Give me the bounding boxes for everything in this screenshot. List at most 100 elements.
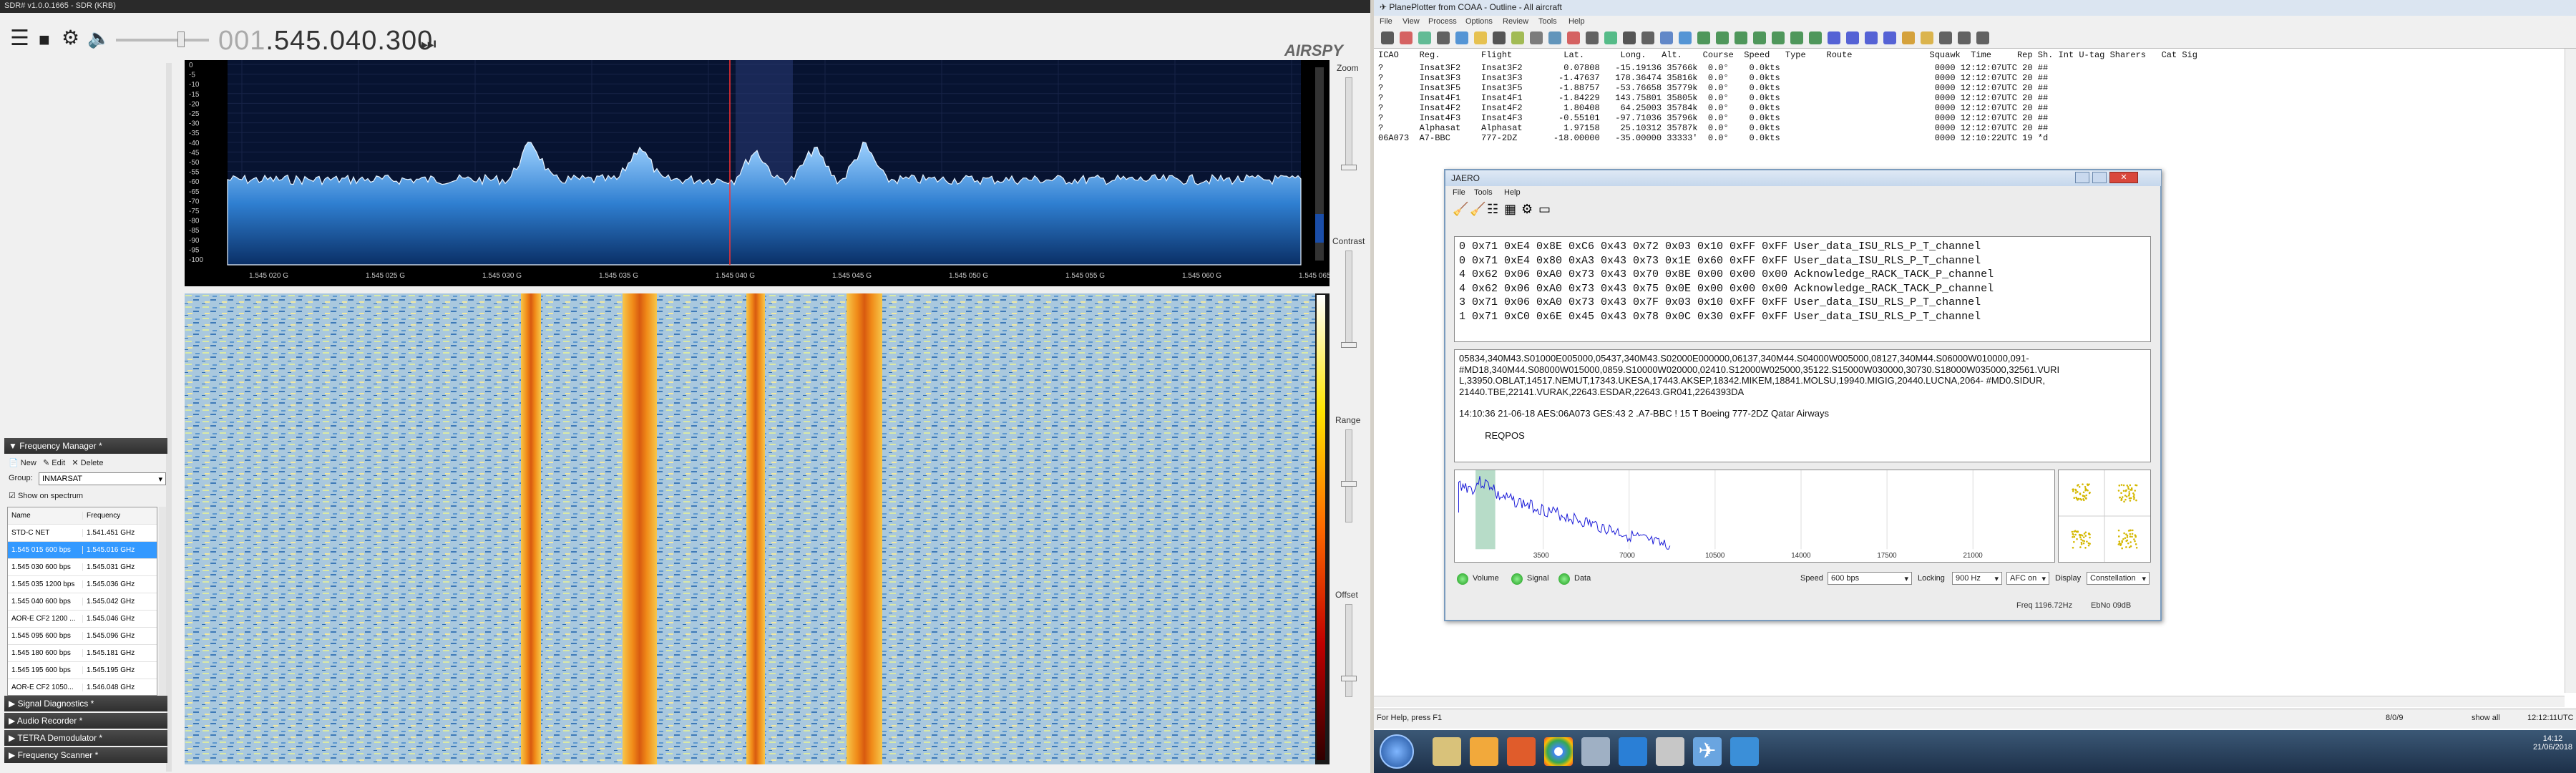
pp-toolbar-icon[interactable]: [1474, 31, 1487, 44]
list-icon[interactable]: ☷: [1487, 202, 1498, 217]
offset-slider-thumb[interactable]: [1341, 676, 1357, 681]
afc-select[interactable]: AFC on ▾: [2006, 572, 2049, 585]
pp-toolbar-icon[interactable]: [1809, 31, 1822, 44]
pp-toolbar-icon[interactable]: [1437, 31, 1450, 44]
frequency-manager-header[interactable]: ▼ Frequency Manager *: [4, 438, 167, 454]
pp-aircraft-row[interactable]: 06A073 A7-BBC 777-2DZ -18.00000 -35.0000…: [1378, 133, 2048, 143]
pp-toolbar-icon[interactable]: [1548, 31, 1561, 44]
stop-icon[interactable]: ■: [39, 29, 50, 51]
pp-aircraft-row[interactable]: ? Insat4F2 Insat4F2 1.80408 64.25003 357…: [1378, 103, 2048, 113]
fm-delete-button[interactable]: Delete: [81, 459, 104, 467]
pp-toolbar-icon[interactable]: [1641, 31, 1654, 44]
frequency-step-icon[interactable]: ⏭: [421, 34, 436, 54]
speaker-icon[interactable]: 🔈: [87, 27, 110, 49]
pp-toolbar-icon[interactable]: [1958, 31, 1971, 44]
waterfall-display[interactable]: [185, 293, 1330, 764]
frequency-display[interactable]: 001.545.040.300: [218, 26, 433, 57]
pp-toolbar-icon[interactable]: [1921, 31, 1933, 44]
fm-row[interactable]: 1.545 030 600 bps 1.545.031 GHz: [8, 559, 157, 576]
fm-show-on-spectrum[interactable]: ☑ Show on spectrum: [9, 491, 83, 500]
pp-toolbar-icon[interactable]: [1828, 31, 1840, 44]
close-button[interactable]: ✕: [2109, 172, 2138, 183]
explorer-taskbar-icon[interactable]: [1433, 737, 1461, 766]
fm-col-name[interactable]: Name: [8, 512, 83, 520]
media-player-taskbar-icon[interactable]: [1470, 737, 1498, 766]
jaero-message-log[interactable]: 05834,340M43.S01000E005000,05437,340M43.…: [1454, 349, 2151, 462]
pp-menu-help[interactable]: Help: [1568, 17, 1585, 26]
chrome-taskbar-icon[interactable]: [1544, 737, 1573, 766]
gear-icon[interactable]: ⚙: [62, 26, 79, 49]
maximize-button[interactable]: [2092, 172, 2107, 183]
jaero-taskbar-icon[interactable]: [1619, 737, 1647, 766]
pp-menu-options[interactable]: Options: [1465, 17, 1493, 26]
pp-toolbar-icon[interactable]: [1530, 31, 1543, 44]
pp-menu-tools[interactable]: Tools: [1538, 17, 1557, 26]
pp-toolbar-icon[interactable]: [1976, 31, 1989, 44]
taskbar-clock[interactable]: 14:12 21/06/2018: [2533, 734, 2572, 752]
fm-row[interactable]: STD-C NET 1.541.451 GHz: [8, 525, 157, 542]
contrast-slider[interactable]: [1345, 251, 1352, 344]
fm-row[interactable]: 1.545 040 600 bps 1.545.042 GHz: [8, 593, 157, 611]
pp-aircraft-row[interactable]: ? Insat4F3 Insat4F3 -0.55101 -97.71036 3…: [1378, 113, 2048, 123]
fm-row[interactable]: 1.545 195 600 bps 1.545.195 GHz: [8, 662, 157, 679]
app-taskbar-icon[interactable]: [1507, 737, 1536, 766]
range-slider-thumb[interactable]: [1341, 481, 1357, 487]
pp-list-header[interactable]: ICAO Reg. Flight Lat. Long. Alt. Course …: [1378, 50, 2197, 60]
fm-row[interactable]: 1.545 035 1200 bps 1.545.036 GHz: [8, 576, 157, 593]
speed-select[interactable]: 600 bps ▾: [1828, 572, 1912, 585]
pp-toolbar-icon[interactable]: [1902, 31, 1915, 44]
pp-toolbar-icon[interactable]: [1939, 31, 1952, 44]
monitor-taskbar-icon[interactable]: [1730, 737, 1759, 766]
pp-toolbar-icon[interactable]: [1586, 31, 1599, 44]
pp-toolbar-icon[interactable]: [1679, 31, 1692, 44]
jaero-su-log[interactable]: 0 0x71 0xE4 0x8E 0xC6 0x43 0x72 0x03 0x1…: [1454, 236, 2151, 342]
jaero-menu-tools[interactable]: Tools: [1474, 188, 1493, 197]
broom-alt-icon[interactable]: 🧹: [1470, 202, 1485, 217]
planeplotter-taskbar-icon[interactable]: ✈: [1693, 737, 1722, 766]
pp-toolbar-icon[interactable]: [1400, 31, 1413, 44]
fm-group-select[interactable]: INMARSAT ▾: [39, 472, 166, 485]
fm-table-scrollbar[interactable]: [159, 507, 166, 696]
pp-toolbar-icon[interactable]: [1883, 31, 1896, 44]
pp-toolbar-icon[interactable]: [1716, 31, 1729, 44]
pp-toolbar-icon[interactable]: [1567, 31, 1580, 44]
pp-toolbar-icon[interactable]: [1623, 31, 1636, 44]
hamburger-menu-icon[interactable]: ☰: [10, 26, 29, 51]
pp-toolbar-icon[interactable]: [1772, 31, 1785, 44]
delete-icon[interactable]: ✕: [72, 459, 78, 467]
tetra-demodulator-panel[interactable]: ▶ TETRA Demodulator *: [4, 730, 167, 746]
locking-select[interactable]: 900 Hz ▾: [1952, 572, 2002, 585]
pp-toolbar-icon[interactable]: [1865, 31, 1878, 44]
fm-row[interactable]: AOR-E CF2 1050... 1.546.048 GHz: [8, 679, 157, 696]
pp-vertical-scrollbar[interactable]: [2565, 49, 2576, 693]
jaero-menu-help[interactable]: Help: [1504, 188, 1521, 197]
pp-menu-process[interactable]: Process: [1428, 17, 1457, 26]
broom-icon[interactable]: 🧹: [1453, 202, 1468, 217]
pp-toolbar-icon[interactable]: [1753, 31, 1766, 44]
start-button[interactable]: [1380, 734, 1414, 769]
fm-col-freq[interactable]: Frequency: [83, 512, 120, 520]
spectrum-display[interactable]: 0 -5 -10 -15-20 -25 -30 -35 -40 -45 -50 -55-60 -65 -…: [185, 60, 1330, 286]
pp-toolbar-icon[interactable]: [1418, 31, 1431, 44]
volume-slider-thumb[interactable]: [177, 31, 185, 47]
pp-toolbar-icon[interactable]: [1735, 31, 1747, 44]
frequency-scanner-panel[interactable]: ▶ Frequency Scanner *: [4, 747, 167, 763]
fm-row[interactable]: 1.545 015 600 bps 1.545.016 GHz: [8, 542, 157, 559]
settings-icon[interactable]: ⚙: [1521, 202, 1533, 217]
range-slider[interactable]: [1345, 429, 1352, 522]
fm-new-button[interactable]: New: [21, 459, 36, 467]
pp-horizontal-scrollbar[interactable]: [1374, 696, 2565, 707]
pp-menu-review[interactable]: Review: [1503, 17, 1528, 26]
edit-icon[interactable]: ✎: [43, 459, 49, 467]
pp-aircraft-row[interactable]: ? Alphasat Alphasat 1.97158 25.10312 357…: [1378, 123, 2048, 133]
pp-toolbar-icon[interactable]: [1493, 31, 1506, 44]
pp-aircraft-row[interactable]: ? Insat4F1 Insat4F1 -1.84229 143.75801 3…: [1378, 93, 2048, 103]
display-select[interactable]: Constellation ▾: [2087, 572, 2150, 585]
printer-taskbar-icon[interactable]: [1656, 737, 1684, 766]
fm-edit-button[interactable]: Edit: [52, 459, 65, 467]
pp-toolbar-icon[interactable]: [1846, 31, 1859, 44]
pp-toolbar-icon[interactable]: [1604, 31, 1617, 44]
pp-toolbar-icon[interactable]: [1790, 31, 1803, 44]
signal-diagnostics-panel[interactable]: ▶ Signal Diagnostics *: [4, 696, 167, 711]
pp-aircraft-row[interactable]: ? Insat3F2 Insat3F2 0.07808 -15.19136 35…: [1378, 63, 2048, 73]
